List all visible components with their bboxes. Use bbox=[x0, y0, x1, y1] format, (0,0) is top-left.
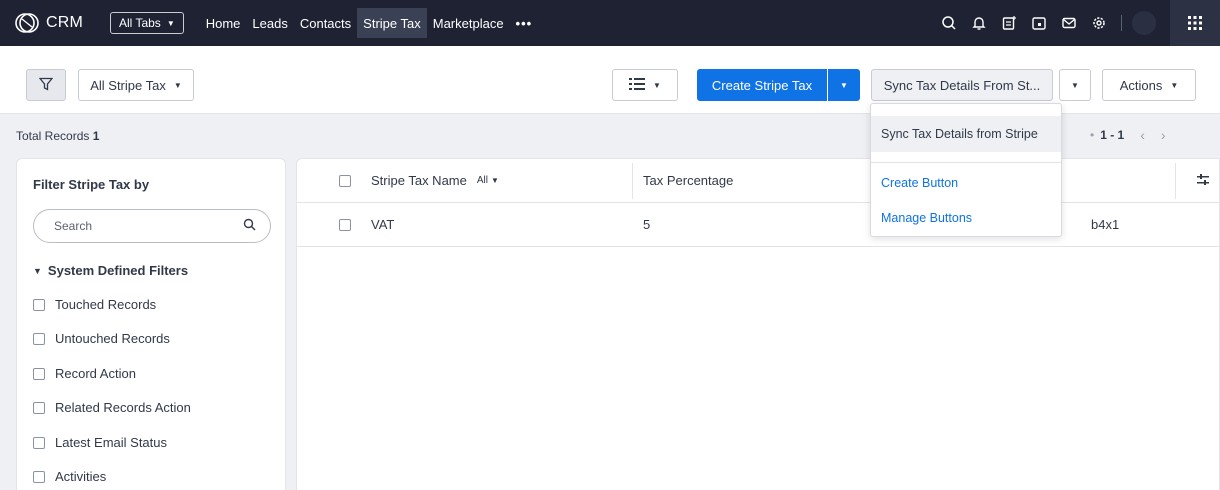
bell-icon[interactable] bbox=[965, 0, 993, 46]
tab-leads[interactable]: Leads bbox=[246, 8, 293, 38]
notes-icon[interactable] bbox=[995, 0, 1023, 46]
page-range: 1 - 1 bbox=[1100, 128, 1125, 142]
cell-tax-percentage: 5 bbox=[643, 217, 651, 232]
sync-options-dropdown: Sync Tax Details from Stripe Create Butt… bbox=[870, 103, 1062, 237]
sync-tax-details-button[interactable]: Sync Tax Details From St... bbox=[871, 69, 1053, 101]
column-header-percentage[interactable]: Tax Percentage bbox=[643, 173, 733, 188]
column-filter-all[interactable]: All bbox=[477, 175, 488, 186]
search-icon bbox=[243, 218, 256, 234]
nav-divider bbox=[1121, 15, 1122, 31]
system-defined-filters-toggle[interactable]: ▼ System Defined Filters bbox=[33, 263, 188, 278]
column-settings-icon[interactable] bbox=[1197, 173, 1209, 190]
list-icon bbox=[629, 77, 646, 93]
total-records-count: 1 bbox=[92, 129, 100, 143]
create-options-caret[interactable]: ▼ bbox=[828, 69, 860, 101]
filter-item-label: Activities bbox=[55, 469, 107, 484]
filter-item-label: Record Action bbox=[55, 366, 136, 381]
tab-marketplace[interactable]: Marketplace bbox=[427, 8, 510, 38]
filter-item[interactable]: Related Records Action bbox=[33, 400, 191, 415]
search-icon[interactable] bbox=[935, 0, 963, 46]
filter-toggle-button[interactable] bbox=[26, 69, 66, 101]
cell-id: b4x1 bbox=[1091, 217, 1120, 232]
filter-funnel-icon bbox=[38, 77, 54, 94]
gear-icon[interactable] bbox=[1085, 0, 1113, 46]
filter-item[interactable]: Activities bbox=[33, 469, 106, 484]
section-label: System Defined Filters bbox=[47, 263, 189, 278]
tab-home[interactable]: Home bbox=[200, 8, 247, 38]
caret-down-icon: ▼ bbox=[33, 265, 42, 276]
custom-view-label: All Stripe Tax bbox=[90, 77, 166, 93]
mail-icon[interactable] bbox=[1055, 0, 1083, 46]
column-label: Tax Percentage bbox=[643, 173, 734, 188]
cell-stripe-tax-name[interactable]: VAT bbox=[371, 217, 394, 232]
checkbox[interactable] bbox=[33, 470, 45, 483]
filter-item[interactable]: Touched Records bbox=[33, 297, 156, 312]
filter-search-input[interactable]: Search bbox=[33, 209, 271, 243]
total-records-label: Total Records bbox=[16, 129, 90, 143]
chevron-down-icon: ▼ bbox=[490, 176, 499, 185]
filter-panel: Filter Stripe Tax by Search ▼ System Def… bbox=[16, 158, 286, 490]
column-label: Stripe Tax Name bbox=[371, 173, 467, 188]
pager-dot: • bbox=[1090, 128, 1095, 142]
nav-icon-group bbox=[933, 0, 1220, 46]
checkbox[interactable] bbox=[33, 367, 45, 380]
menu-item-sync-tax-details[interactable]: Sync Tax Details from Stripe bbox=[871, 116, 1061, 152]
actions-button[interactable]: Actions ▼ bbox=[1102, 69, 1196, 101]
column-divider[interactable] bbox=[632, 163, 633, 199]
custom-view-dropdown[interactable]: All Stripe Tax ▼ bbox=[78, 69, 194, 101]
checkbox[interactable] bbox=[33, 436, 45, 449]
menu-item-manage-buttons[interactable]: Manage Buttons bbox=[871, 206, 1061, 230]
filter-panel-title: Filter Stripe Tax by bbox=[33, 177, 150, 192]
filter-item[interactable]: Latest Email Status bbox=[33, 435, 167, 450]
top-navigation-bar: CRM All Tabs ▼ Home Leads Contacts Strip… bbox=[0, 0, 1220, 46]
more-tabs-button[interactable]: ••• bbox=[510, 8, 539, 38]
menu-item-create-button[interactable]: Create Button bbox=[871, 171, 1061, 195]
all-tabs-dropdown[interactable]: All Tabs ▼ bbox=[110, 12, 184, 34]
filter-item[interactable]: Untouched Records bbox=[33, 331, 170, 346]
filter-item-label: Touched Records bbox=[55, 297, 157, 312]
table-header: Stripe Tax Name All ▼ Tax Percentage bbox=[297, 159, 1220, 203]
user-avatar[interactable] bbox=[1132, 11, 1156, 35]
crm-logo-icon bbox=[14, 12, 40, 34]
next-page-icon[interactable]: › bbox=[1161, 127, 1166, 143]
all-tabs-label: All Tabs bbox=[119, 16, 161, 30]
actions-label: Actions bbox=[1119, 77, 1163, 93]
crm-logo[interactable]: CRM bbox=[14, 12, 110, 34]
sync-options-caret[interactable]: ▼ bbox=[1059, 69, 1091, 101]
chevron-down-icon: ▼ bbox=[1071, 80, 1079, 90]
filter-item-label: Related Records Action bbox=[55, 400, 191, 415]
apps-grid-icon[interactable] bbox=[1170, 0, 1220, 46]
pagination: • 1 - 1 ‹ › bbox=[1090, 127, 1166, 143]
filter-item-label: Untouched Records bbox=[55, 331, 170, 346]
table-row[interactable]: VAT 5 b4x1 bbox=[297, 203, 1220, 247]
filter-search-placeholder: Search bbox=[54, 219, 93, 233]
app-name: CRM bbox=[46, 14, 84, 31]
chevron-down-icon: ▼ bbox=[173, 80, 182, 90]
chevron-down-icon: ▼ bbox=[166, 18, 175, 28]
filter-item-label: Latest Email Status bbox=[55, 435, 167, 450]
chevron-down-icon: ▼ bbox=[1170, 80, 1179, 90]
tab-stripe-tax[interactable]: Stripe Tax bbox=[357, 8, 427, 38]
column-divider[interactable] bbox=[1175, 163, 1176, 199]
chevron-down-icon: ▼ bbox=[653, 80, 661, 90]
select-all-checkbox[interactable] bbox=[339, 175, 351, 187]
checkbox[interactable] bbox=[33, 332, 45, 345]
records-table: Stripe Tax Name All ▼ Tax Percentage VAT… bbox=[296, 158, 1220, 490]
menu-divider bbox=[871, 162, 1061, 163]
module-tabs: Home Leads Contacts Stripe Tax Marketpla… bbox=[200, 0, 538, 46]
checkbox[interactable] bbox=[33, 298, 45, 311]
row-checkbox[interactable] bbox=[339, 219, 351, 231]
list-view-switcher[interactable]: ▼ bbox=[612, 69, 678, 101]
calendar-icon[interactable] bbox=[1025, 0, 1053, 46]
create-stripe-tax-button[interactable]: Create Stripe Tax bbox=[697, 69, 827, 101]
checkbox[interactable] bbox=[33, 401, 45, 414]
column-header-name[interactable]: Stripe Tax Name All ▼ bbox=[371, 173, 499, 188]
chevron-down-icon: ▼ bbox=[840, 80, 848, 90]
filter-item[interactable]: Record Action bbox=[33, 366, 136, 381]
total-records: Total Records 1 bbox=[16, 129, 99, 143]
tab-contacts[interactable]: Contacts bbox=[294, 8, 357, 38]
previous-page-icon[interactable]: ‹ bbox=[1140, 127, 1145, 143]
